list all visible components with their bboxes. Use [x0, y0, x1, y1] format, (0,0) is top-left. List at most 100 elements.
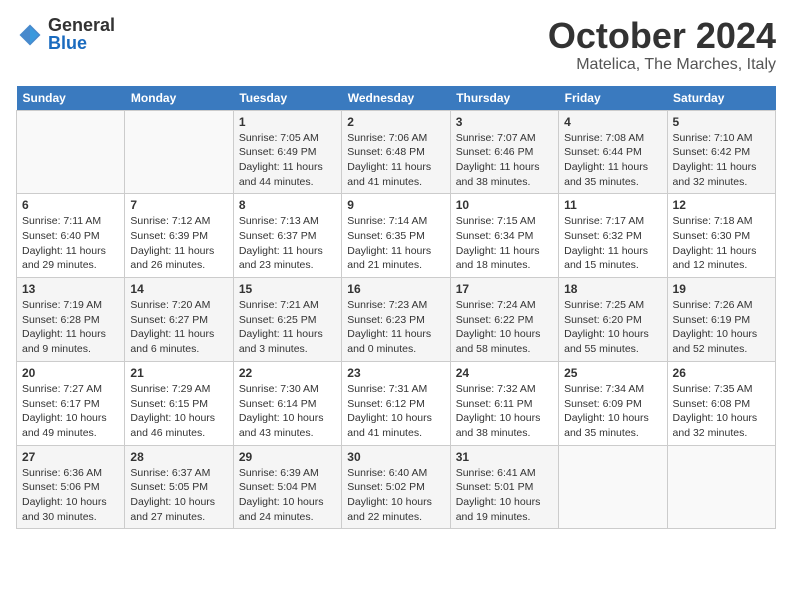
logo-text: General Blue [48, 16, 119, 54]
day-number: 14 [130, 282, 227, 296]
day-number: 28 [130, 450, 227, 464]
day-info: Sunrise: 7:07 AMSunset: 6:46 PMDaylight:… [456, 131, 553, 190]
calendar-cell [667, 445, 775, 529]
calendar-cell: 12Sunrise: 7:18 AMSunset: 6:30 PMDayligh… [667, 194, 775, 278]
day-number: 21 [130, 366, 227, 380]
day-number: 20 [22, 366, 119, 380]
calendar-cell: 30 Sunrise: 6:40 AMSunset: 5:02 PMDayligh… [342, 445, 450, 529]
day-info: Sunrise: 7:17 AMSunset: 6:32 PMDaylight:… [564, 214, 661, 273]
day-number: 3 [456, 115, 553, 129]
day-info: Sunrise: 7:26 AMSunset: 6:19 PMDaylight:… [673, 298, 770, 357]
calendar-cell: 10Sunrise: 7:15 AMSunset: 6:34 PMDayligh… [450, 194, 558, 278]
calendar-week-5: 27 Sunrise: 6:36 AMSunset: 5:06 PMDayligh… [17, 445, 776, 529]
day-info: Sunrise: 7:32 AMSunset: 6:11 PMDaylight:… [456, 382, 553, 441]
header: General Blue October 2024 Matelica, The … [16, 16, 776, 74]
day-number: 30 [347, 450, 444, 464]
day-number: 22 [239, 366, 336, 380]
logo-general: General [48, 16, 115, 34]
calendar-cell: 26 Sunrise: 7:35 AMSunset: 6:08 PMDayligh… [667, 361, 775, 445]
calendar-cell: 31 Sunrise: 6:41 AMSunset: 5:01 PMDayligh… [450, 445, 558, 529]
day-number: 12 [673, 198, 770, 212]
logo-icon [16, 21, 44, 49]
calendar-cell: 1 Sunrise: 7:05 AMSunset: 6:49 PMDaylight… [233, 110, 341, 194]
day-info: Sunrise: 7:10 AMSunset: 6:42 PMDaylight:… [673, 131, 770, 190]
day-number: 16 [347, 282, 444, 296]
day-info: Sunrise: 7:24 AMSunset: 6:22 PMDaylight:… [456, 298, 553, 357]
calendar-cell: 18Sunrise: 7:25 AMSunset: 6:20 PMDayligh… [559, 278, 667, 362]
title-area: October 2024 Matelica, The Marches, Ital… [548, 16, 776, 74]
calendar-cell [559, 445, 667, 529]
calendar-cell: 13Sunrise: 7:19 AMSunset: 6:28 PMDayligh… [17, 278, 125, 362]
col-monday: Monday [125, 86, 233, 111]
day-number: 31 [456, 450, 553, 464]
calendar-cell: 16 Sunrise: 7:23 AMSunset: 6:23 PMDayligh… [342, 278, 450, 362]
calendar-cell [17, 110, 125, 194]
day-info: Sunrise: 6:39 AMSunset: 5:04 PMDaylight:… [239, 466, 336, 525]
calendar-cell: 17 Sunrise: 7:24 AMSunset: 6:22 PMDayligh… [450, 278, 558, 362]
day-number: 7 [130, 198, 227, 212]
calendar-cell: 20 Sunrise: 7:27 AMSunset: 6:17 PMDayligh… [17, 361, 125, 445]
day-info: Sunrise: 7:06 AMSunset: 6:48 PMDaylight:… [347, 131, 444, 190]
day-info: Sunrise: 7:08 AMSunset: 6:44 PMDaylight:… [564, 131, 661, 190]
calendar-cell: 22 Sunrise: 7:30 AMSunset: 6:14 PMDayligh… [233, 361, 341, 445]
day-number: 9 [347, 198, 444, 212]
page: General Blue October 2024 Matelica, The … [0, 0, 792, 545]
col-wednesday: Wednesday [342, 86, 450, 111]
day-info: Sunrise: 7:05 AMSunset: 6:49 PMDaylight:… [239, 131, 336, 190]
day-number: 27 [22, 450, 119, 464]
calendar-cell: 19 Sunrise: 7:26 AMSunset: 6:19 PMDayligh… [667, 278, 775, 362]
day-number: 2 [347, 115, 444, 129]
day-number: 5 [673, 115, 770, 129]
day-number: 24 [456, 366, 553, 380]
calendar-week-1: 1 Sunrise: 7:05 AMSunset: 6:49 PMDaylight… [17, 110, 776, 194]
day-info: Sunrise: 7:20 AMSunset: 6:27 PMDaylight:… [130, 298, 227, 357]
calendar-cell: 4 Sunrise: 7:08 AMSunset: 6:44 PMDaylight… [559, 110, 667, 194]
day-info: Sunrise: 7:35 AMSunset: 6:08 PMDaylight:… [673, 382, 770, 441]
location-title: Matelica, The Marches, Italy [548, 56, 776, 74]
day-info: Sunrise: 6:36 AMSunset: 5:06 PMDaylight:… [22, 466, 119, 525]
calendar-cell: 23Sunrise: 7:31 AMSunset: 6:12 PMDayligh… [342, 361, 450, 445]
calendar-cell: 7Sunrise: 7:12 AMSunset: 6:39 PMDaylight… [125, 194, 233, 278]
calendar-table: Sunday Monday Tuesday Wednesday Thursday… [16, 86, 776, 530]
day-info: Sunrise: 6:37 AMSunset: 5:05 PMDaylight:… [130, 466, 227, 525]
calendar-body: 1 Sunrise: 7:05 AMSunset: 6:49 PMDaylight… [17, 110, 776, 529]
calendar-cell: 2 Sunrise: 7:06 AMSunset: 6:48 PMDaylight… [342, 110, 450, 194]
day-info: Sunrise: 7:31 AMSunset: 6:12 PMDaylight:… [347, 382, 444, 441]
day-info: Sunrise: 7:23 AMSunset: 6:23 PMDaylight:… [347, 298, 444, 357]
logo-blue: Blue [48, 33, 87, 53]
calendar-cell: 8Sunrise: 7:13 AMSunset: 6:37 PMDaylight… [233, 194, 341, 278]
day-number: 10 [456, 198, 553, 212]
day-info: Sunrise: 6:40 AMSunset: 5:02 PMDaylight:… [347, 466, 444, 525]
day-info: Sunrise: 6:41 AMSunset: 5:01 PMDaylight:… [456, 466, 553, 525]
day-number: 8 [239, 198, 336, 212]
day-number: 1 [239, 115, 336, 129]
calendar-cell: 21 Sunrise: 7:29 AMSunset: 6:15 PMDayligh… [125, 361, 233, 445]
calendar-cell: 27 Sunrise: 6:36 AMSunset: 5:06 PMDayligh… [17, 445, 125, 529]
calendar-week-2: 6Sunrise: 7:11 AMSunset: 6:40 PMDaylight… [17, 194, 776, 278]
day-number: 26 [673, 366, 770, 380]
day-number: 19 [673, 282, 770, 296]
month-title: October 2024 [548, 16, 776, 56]
day-number: 11 [564, 198, 661, 212]
day-info: Sunrise: 7:30 AMSunset: 6:14 PMDaylight:… [239, 382, 336, 441]
day-number: 15 [239, 282, 336, 296]
calendar-cell: 25Sunrise: 7:34 AMSunset: 6:09 PMDayligh… [559, 361, 667, 445]
day-info: Sunrise: 7:25 AMSunset: 6:20 PMDaylight:… [564, 298, 661, 357]
col-saturday: Saturday [667, 86, 775, 111]
calendar-cell: 6Sunrise: 7:11 AMSunset: 6:40 PMDaylight… [17, 194, 125, 278]
day-info: Sunrise: 7:11 AMSunset: 6:40 PMDaylight:… [22, 214, 119, 273]
calendar-cell: 5 Sunrise: 7:10 AMSunset: 6:42 PMDaylight… [667, 110, 775, 194]
day-number: 4 [564, 115, 661, 129]
day-info: Sunrise: 7:29 AMSunset: 6:15 PMDaylight:… [130, 382, 227, 441]
day-number: 17 [456, 282, 553, 296]
day-info: Sunrise: 7:21 AMSunset: 6:25 PMDaylight:… [239, 298, 336, 357]
day-info: Sunrise: 7:19 AMSunset: 6:28 PMDaylight:… [22, 298, 119, 357]
day-info: Sunrise: 7:27 AMSunset: 6:17 PMDaylight:… [22, 382, 119, 441]
day-number: 29 [239, 450, 336, 464]
calendar-cell: 11 Sunrise: 7:17 AMSunset: 6:32 PMDayligh… [559, 194, 667, 278]
calendar-cell: 3 Sunrise: 7:07 AMSunset: 6:46 PMDaylight… [450, 110, 558, 194]
calendar-cell: 15 Sunrise: 7:21 AMSunset: 6:25 PMDayligh… [233, 278, 341, 362]
calendar-cell [125, 110, 233, 194]
calendar-cell: 29 Sunrise: 6:39 AMSunset: 5:04 PMDayligh… [233, 445, 341, 529]
calendar-cell: 9Sunrise: 7:14 AMSunset: 6:35 PMDaylight… [342, 194, 450, 278]
